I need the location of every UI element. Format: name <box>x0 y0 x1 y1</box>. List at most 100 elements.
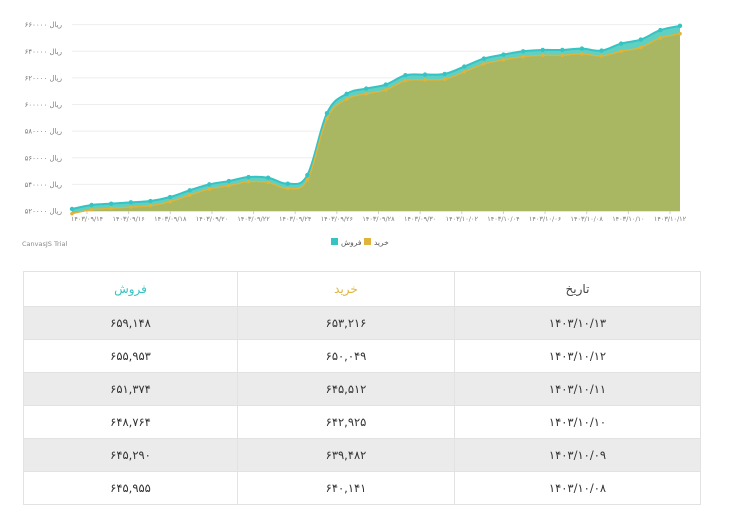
sell-point[interactable] <box>128 200 134 205</box>
buy-point[interactable] <box>227 183 231 188</box>
sell-point[interactable] <box>618 41 624 46</box>
buy-point[interactable] <box>70 211 74 216</box>
x-tick-label: ۱۴۰۳/۰۹/۲۰ <box>196 215 228 223</box>
sell-point[interactable] <box>69 206 75 212</box>
buy-point[interactable] <box>560 53 565 58</box>
buy-point[interactable] <box>129 205 133 209</box>
x-tick-label: ۱۴۰۳/۰۹/۲۸ <box>362 215 395 223</box>
buy-point[interactable] <box>109 206 114 211</box>
sell-point[interactable] <box>677 23 683 29</box>
buy-point[interactable] <box>678 31 682 36</box>
y-tick-label: ریال ۶۶۰۰۰۰ <box>25 21 62 29</box>
sell-point[interactable] <box>658 27 663 33</box>
table-row: ۱۴۰۳/۱۰/۱۲ ۶۵۰,۰۴۹ ۶۵۵,۹۵۳ <box>23 339 701 373</box>
sell-point[interactable] <box>501 52 506 57</box>
x-tick-label: ۱۴۰۳/۰۹/۲۴ <box>279 215 312 223</box>
cell-buy: ۶۵۰,۰۴۹ <box>237 339 455 373</box>
sell-point[interactable] <box>579 46 585 51</box>
cell-sell: ۶۵۵,۹۵۳ <box>23 339 238 373</box>
buy-point[interactable] <box>423 78 427 82</box>
sell-point[interactable] <box>442 71 447 77</box>
buy-point[interactable] <box>168 199 172 204</box>
table-row: ۱۴۰۳/۱۰/۰۹ ۶۳۹,۴۸۲ ۶۴۵,۲۹۰ <box>23 438 701 472</box>
cell-sell: ۶۴۵,۹۵۵ <box>23 471 238 505</box>
buy-point[interactable] <box>540 53 545 58</box>
cell-buy: ۶۵۳,۲۱۶ <box>237 306 455 340</box>
cell-date: ۱۴۰۳/۱۰/۱۲ <box>454 339 701 373</box>
sell-point[interactable] <box>344 91 349 97</box>
sell-point[interactable] <box>305 172 310 178</box>
table-row: ۱۴۰۳/۱۰/۰۸ ۶۴۰,۱۴۱ ۶۴۵,۹۵۵ <box>23 471 701 505</box>
cell-buy: ۶۴۵,۵۱۲ <box>237 372 455 406</box>
buy-point[interactable] <box>89 207 94 212</box>
cell-date: ۱۴۰۳/۱۰/۱۰ <box>454 405 701 439</box>
sell-point[interactable] <box>246 174 251 180</box>
sell-point[interactable] <box>540 47 545 53</box>
x-tick-label: ۱۴۰۳/۱۰/۰۶ <box>529 215 561 223</box>
price-table: تاریخ خرید فروش ۱۴۰۳/۱۰/۱۳ ۶۵۳,۲۱۶ ۶۵۹,۱… <box>23 271 701 505</box>
sell-point[interactable] <box>363 86 369 91</box>
sell-point[interactable] <box>560 47 565 53</box>
cell-date: ۱۴۰۳/۱۰/۱۳ <box>454 306 701 340</box>
legend-label-buy[interactable]: خرید <box>374 238 389 247</box>
buy-point[interactable] <box>344 97 349 101</box>
buy-point[interactable] <box>187 193 192 197</box>
cell-sell: ۶۴۵,۲۹۰ <box>23 438 238 472</box>
buy-point[interactable] <box>266 180 270 185</box>
buy-point[interactable] <box>462 70 467 74</box>
sell-point[interactable] <box>167 194 173 200</box>
sell-point[interactable] <box>265 175 271 180</box>
table-row: ۱۴۰۳/۱۰/۱۰ ۶۴۲,۹۲۵ ۶۴۸,۷۶۴ <box>23 405 701 439</box>
buy-point[interactable] <box>501 58 506 62</box>
y-tick-label: ریال ۵۸۰۰۰۰ <box>25 128 62 136</box>
sell-point[interactable] <box>383 82 389 87</box>
sell-point[interactable] <box>324 110 330 116</box>
x-tick-label: ۱۴۰۳/۱۰/۰۸ <box>571 215 604 223</box>
buy-point[interactable] <box>619 49 623 53</box>
sell-point[interactable] <box>148 198 153 204</box>
buy-point[interactable] <box>658 36 663 40</box>
chart-legend[interactable]: خرید فروش <box>331 238 389 247</box>
sell-point[interactable] <box>207 182 212 187</box>
buy-point[interactable] <box>246 179 251 184</box>
header-date: تاریخ <box>454 271 701 307</box>
sell-point[interactable] <box>226 178 232 184</box>
buy-point[interactable] <box>638 45 643 50</box>
sell-point[interactable] <box>422 72 428 77</box>
sell-point[interactable] <box>109 201 114 206</box>
sell-point[interactable] <box>520 49 526 54</box>
sell-point[interactable] <box>187 188 192 193</box>
y-axis: ریال ۵۲۰۰۰۰ ریال ۵۴۰۰۰۰ ریال ۵۶۰۰۰۰ ریال ۵۸… <box>25 21 62 215</box>
table-row: ۱۴۰۳/۱۰/۱۳ ۶۵۳,۲۱۶ ۶۵۹,۱۴۸ <box>23 306 701 340</box>
buy-point[interactable] <box>580 52 584 56</box>
buy-point[interactable] <box>482 62 486 66</box>
buy-point[interactable] <box>207 187 212 191</box>
buy-point[interactable] <box>285 186 290 191</box>
sell-point[interactable] <box>462 64 467 69</box>
buy-point[interactable] <box>325 116 329 121</box>
y-tick-label: ریال ۵۶۰۰۰۰ <box>25 154 62 162</box>
buy-point[interactable] <box>364 92 368 96</box>
buy-point[interactable] <box>599 54 604 58</box>
buy-point[interactable] <box>403 78 408 83</box>
x-tick-label: ۱۴۰۳/۱۰/۰۴ <box>487 215 520 223</box>
price-table-container: تاریخ خرید فروش ۱۴۰۳/۱۰/۱۳ ۶۵۳,۲۱۶ ۶۵۹,۱… <box>23 271 701 505</box>
legend-label-sell[interactable]: فروش <box>341 238 362 247</box>
buy-area <box>72 33 680 214</box>
buy-point[interactable] <box>442 77 447 82</box>
sell-point[interactable] <box>89 202 94 208</box>
buy-point[interactable] <box>148 203 153 208</box>
cell-buy: ۶۳۹,۴۸۲ <box>237 438 455 472</box>
sell-point[interactable] <box>403 73 408 78</box>
sell-point[interactable] <box>285 181 290 186</box>
table-row: ۱۴۰۳/۱۰/۱۱ ۶۴۵,۵۱۲ ۶۵۱,۳۷۴ <box>23 372 701 406</box>
x-tick-label: ۱۴۰۳/۰۹/۱۸ <box>154 215 187 223</box>
buy-point[interactable] <box>384 88 388 92</box>
sell-point[interactable] <box>481 56 487 61</box>
buy-point[interactable] <box>521 54 525 59</box>
sell-point[interactable] <box>599 48 604 53</box>
buy-point[interactable] <box>305 177 310 182</box>
sell-point[interactable] <box>638 37 643 42</box>
trial-watermark: CanvasJS Trial <box>22 240 67 248</box>
x-tick-label: ۱۴۰۳/۰۹/۱۶ <box>112 215 144 223</box>
